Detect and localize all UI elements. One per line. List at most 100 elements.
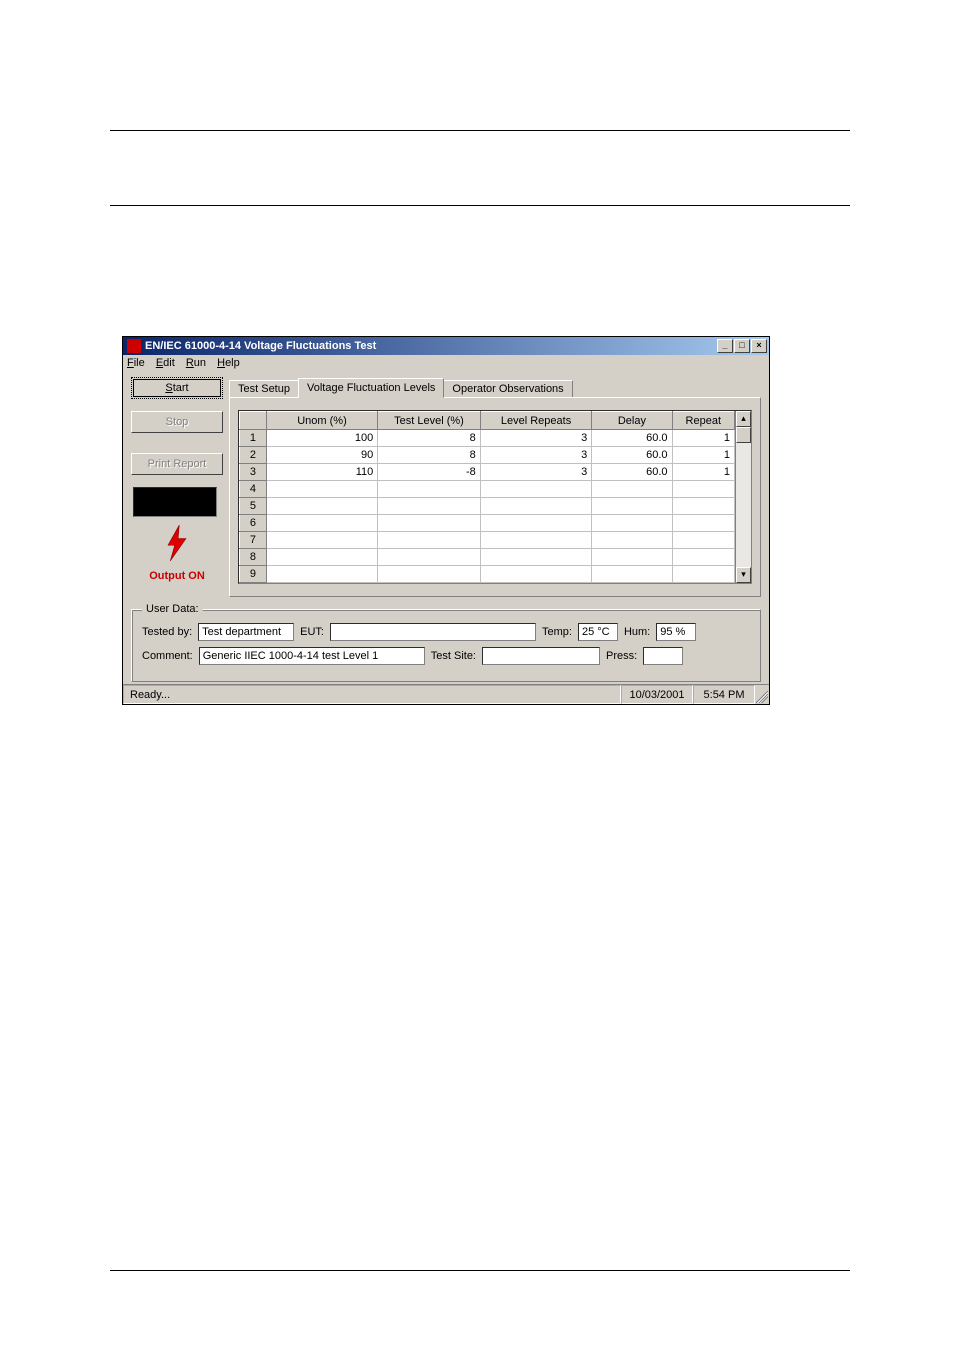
levels-table[interactable]: Unom (%) Test Level (%) Level Repeats De… <box>239 411 735 583</box>
cell-test-level[interactable] <box>378 515 481 532</box>
cell-unom[interactable]: 100 <box>266 430 377 447</box>
cell-level-repeats[interactable] <box>480 549 591 566</box>
stop-button: Stop <box>131 411 223 433</box>
row-header[interactable]: 9 <box>240 566 267 583</box>
cell-test-level[interactable] <box>378 498 481 515</box>
test-site-input[interactable] <box>482 647 600 665</box>
maximize-button[interactable]: □ <box>734 339 750 353</box>
cell-repeat[interactable] <box>672 566 734 583</box>
cell-test-level[interactable]: -8 <box>378 464 481 481</box>
cell-level-repeats[interactable] <box>480 498 591 515</box>
print-report-button: Print Report <box>131 453 223 475</box>
cell-delay[interactable] <box>592 532 672 549</box>
cell-delay[interactable] <box>592 481 672 498</box>
cell-delay[interactable] <box>592 549 672 566</box>
menu-help[interactable]: Help <box>217 357 240 369</box>
cell-unom[interactable] <box>266 515 377 532</box>
minimize-button[interactable]: _ <box>717 339 733 353</box>
cell-level-repeats[interactable] <box>480 566 591 583</box>
tab-test-setup[interactable]: Test Setup <box>229 380 299 397</box>
cell-delay[interactable]: 60.0 <box>592 464 672 481</box>
table-row[interactable]: 2908360.01 <box>240 447 735 464</box>
comment-input[interactable] <box>199 647 425 665</box>
start-button[interactable]: Start <box>131 377 223 399</box>
table-row[interactable]: 4 <box>240 481 735 498</box>
cell-delay[interactable] <box>592 515 672 532</box>
col-header-delay[interactable]: Delay <box>592 412 672 430</box>
cell-test-level[interactable]: 8 <box>378 447 481 464</box>
cell-test-level[interactable]: 8 <box>378 430 481 447</box>
table-row[interactable]: 8 <box>240 549 735 566</box>
cell-unom[interactable] <box>266 532 377 549</box>
table-row[interactable]: 9 <box>240 566 735 583</box>
resize-grip-icon[interactable] <box>755 685 769 704</box>
tab-operator-observations[interactable]: Operator Observations <box>443 380 572 397</box>
row-header[interactable]: 8 <box>240 549 267 566</box>
scroll-up-button[interactable]: ▴ <box>736 411 751 427</box>
press-input[interactable] <box>643 647 683 665</box>
menu-edit[interactable]: Edit <box>156 357 175 369</box>
col-header-repeat[interactable]: Repeat <box>672 412 734 430</box>
cell-test-level[interactable] <box>378 532 481 549</box>
col-header-level-repeats[interactable]: Level Repeats <box>480 412 591 430</box>
cell-level-repeats[interactable] <box>480 481 591 498</box>
cell-repeat[interactable] <box>672 481 734 498</box>
cell-level-repeats[interactable]: 3 <box>480 430 591 447</box>
col-header-unom[interactable]: Unom (%) <box>266 412 377 430</box>
cell-unom[interactable]: 110 <box>266 464 377 481</box>
scroll-thumb[interactable] <box>736 427 751 443</box>
cell-unom[interactable] <box>266 566 377 583</box>
cell-unom[interactable] <box>266 498 377 515</box>
cell-unom[interactable]: 90 <box>266 447 377 464</box>
cell-repeat[interactable] <box>672 549 734 566</box>
row-header[interactable]: 7 <box>240 532 267 549</box>
hum-input[interactable] <box>656 623 696 641</box>
cell-delay[interactable] <box>592 498 672 515</box>
scroll-down-button[interactable]: ▾ <box>736 567 751 583</box>
cell-level-repeats[interactable] <box>480 532 591 549</box>
eut-input[interactable] <box>330 623 536 641</box>
cell-repeat[interactable] <box>672 498 734 515</box>
close-button[interactable]: × <box>751 339 767 353</box>
cell-repeat[interactable]: 1 <box>672 430 734 447</box>
user-data-group: User Data: Tested by: EUT: Temp: Hum: Co… <box>131 603 761 682</box>
status-time: 5:54 PM <box>693 685 755 704</box>
cell-unom[interactable] <box>266 481 377 498</box>
cell-repeat[interactable]: 1 <box>672 447 734 464</box>
cell-test-level[interactable] <box>378 549 481 566</box>
temp-input[interactable] <box>578 623 618 641</box>
cell-repeat[interactable] <box>672 515 734 532</box>
cell-repeat[interactable] <box>672 532 734 549</box>
cell-delay[interactable] <box>592 566 672 583</box>
cell-level-repeats[interactable]: 3 <box>480 447 591 464</box>
row-header[interactable]: 2 <box>240 447 267 464</box>
cell-test-level[interactable] <box>378 481 481 498</box>
table-row[interactable]: 11008360.01 <box>240 430 735 447</box>
row-header[interactable]: 3 <box>240 464 267 481</box>
row-header[interactable]: 4 <box>240 481 267 498</box>
app-icon <box>127 339 141 353</box>
row-header[interactable]: 6 <box>240 515 267 532</box>
cell-delay[interactable]: 60.0 <box>592 447 672 464</box>
table-row[interactable]: 5 <box>240 498 735 515</box>
cell-unom[interactable] <box>266 549 377 566</box>
cell-delay[interactable]: 60.0 <box>592 430 672 447</box>
right-panel: Test Setup Voltage Fluctuation Levels Op… <box>229 377 761 597</box>
tested-by-input[interactable] <box>198 623 294 641</box>
table-row[interactable]: 6 <box>240 515 735 532</box>
cell-level-repeats[interactable] <box>480 515 591 532</box>
menu-run[interactable]: Run <box>186 357 206 369</box>
table-scrollbar[interactable]: ▴ ▾ <box>735 411 751 583</box>
scroll-track[interactable] <box>736 443 751 567</box>
cell-test-level[interactable] <box>378 566 481 583</box>
table-row[interactable]: 7 <box>240 532 735 549</box>
tab-voltage-levels[interactable]: Voltage Fluctuation Levels <box>298 378 444 398</box>
menu-file[interactable]: File <box>127 357 145 369</box>
row-header[interactable]: 1 <box>240 430 267 447</box>
col-header-test-level[interactable]: Test Level (%) <box>378 412 481 430</box>
hum-label: Hum: <box>624 626 650 638</box>
row-header[interactable]: 5 <box>240 498 267 515</box>
cell-repeat[interactable]: 1 <box>672 464 734 481</box>
table-row[interactable]: 3110-8360.01 <box>240 464 735 481</box>
cell-level-repeats[interactable]: 3 <box>480 464 591 481</box>
